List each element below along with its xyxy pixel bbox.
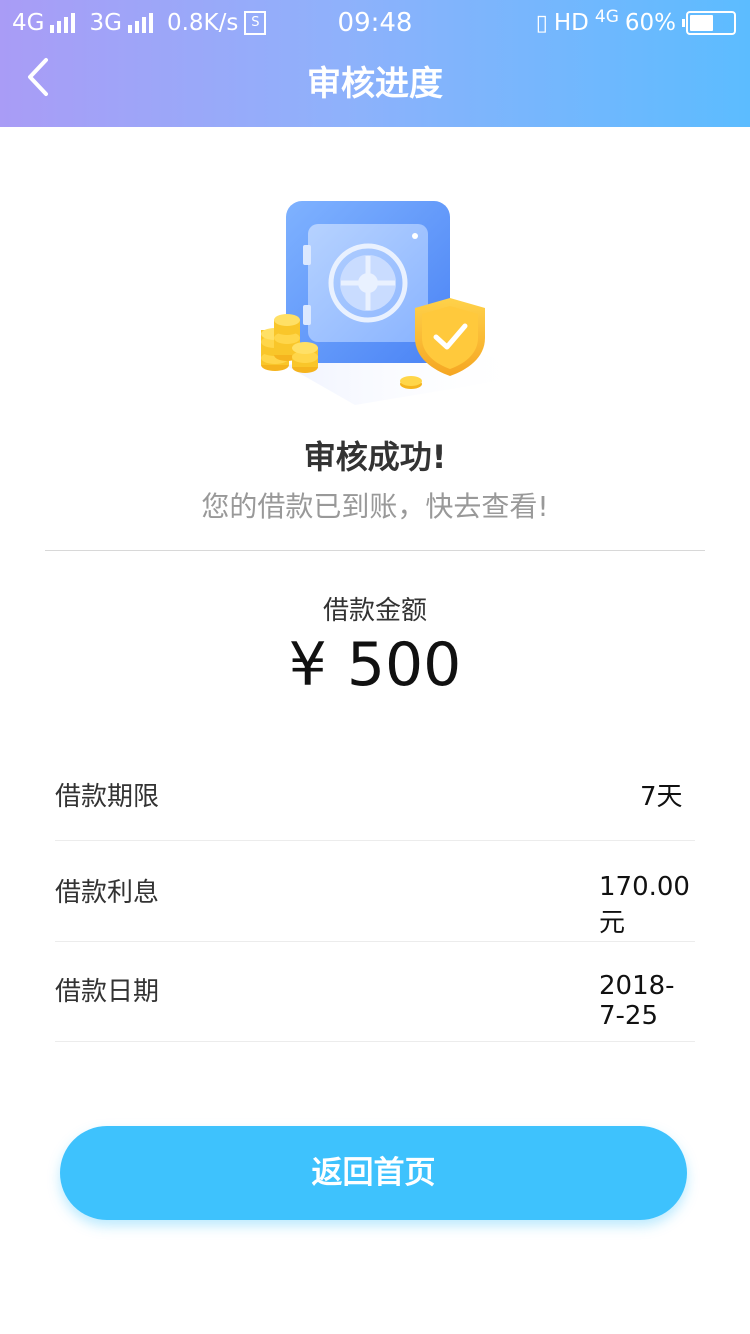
detail-value: 170.00元 (599, 872, 690, 938)
safe-illustration (245, 190, 535, 410)
detail-label: 借款利息 (55, 878, 160, 908)
detail-label: 借款期限 (55, 782, 160, 812)
page-title: 审核进度 (307, 64, 443, 104)
row-divider (55, 1041, 695, 1042)
detail-row-term: 借款期限 7天 (55, 750, 695, 850)
header-bar: 4G 3G 0.8K/s S 09:48 ▯ HD 4G 60% 审核进度 (0, 0, 750, 127)
detail-row-date: 借款日期 2018-7-25 (55, 945, 695, 1045)
currency-symbol: ¥ (288, 630, 327, 700)
loan-amount: ¥ 500 (0, 630, 750, 700)
status-right: ▯ HD 4G 60% (535, 7, 736, 36)
safe-icon (261, 201, 535, 405)
detail-row-interest: 借款利息 170.00元 (55, 846, 695, 946)
detail-value: 7天 (640, 782, 683, 812)
loan-amount-label: 借款金额 (322, 596, 427, 626)
success-subtitle: 您的借款已到账，快去查看! (201, 490, 549, 523)
detail-label: 借款日期 (55, 977, 160, 1007)
section-divider (45, 550, 705, 551)
detail-value: 2018-7-25 (599, 971, 675, 1031)
row-divider (55, 941, 695, 942)
row-divider (55, 840, 695, 841)
loan-amount-value: 500 (346, 630, 462, 700)
success-title: 审核成功! (303, 438, 447, 476)
return-home-button[interactable]: 返回首页 (60, 1126, 687, 1220)
battery-icon (682, 11, 736, 35)
battery-percent: 60% (624, 10, 676, 36)
status-bar: 4G 3G 0.8K/s S 09:48 ▯ HD 4G 60% (0, 0, 750, 50)
hd-label: HD (553, 10, 589, 36)
vibrate-icon: ▯ (535, 10, 548, 36)
network-label-3: 4G (594, 7, 619, 27)
